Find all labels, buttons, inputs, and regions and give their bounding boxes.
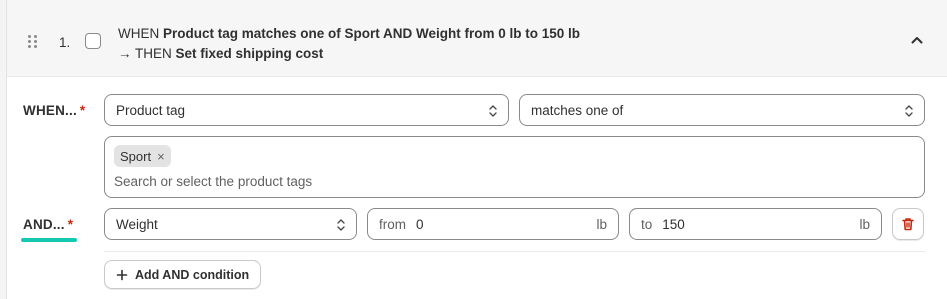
from-prefix: from: [379, 216, 406, 232]
weight-to-input[interactable]: to 150 lb: [629, 208, 882, 240]
and-label: AND... *: [23, 217, 73, 232]
divider: [104, 251, 925, 252]
tag-chip: Sport ×: [114, 145, 171, 167]
weight-from-input[interactable]: from 0 lb: [367, 208, 619, 240]
rule-checkbox[interactable]: [85, 33, 101, 49]
and-field-select[interactable]: Weight: [104, 208, 357, 240]
product-tags-input[interactable]: Sport × Search or select the product tag…: [104, 136, 925, 198]
when-label-text: WHEN...: [23, 103, 77, 118]
summary-when-line: WHEN Product tag matches one of Sport AN…: [118, 24, 580, 44]
plus-icon: [116, 269, 128, 280]
to-unit: lb: [859, 217, 870, 232]
condition-field-value: Product tag: [116, 102, 186, 118]
from-value: 0: [416, 216, 424, 232]
from-unit: lb: [596, 217, 607, 232]
add-and-condition-button[interactable]: Add AND condition: [104, 260, 262, 289]
required-mark: *: [79, 103, 86, 118]
tag-label: Sport: [120, 148, 152, 164]
trash-icon: [902, 218, 914, 231]
rule-card: 1. WHEN Product tag matches one of Sport…: [6, 0, 947, 299]
tags-search-placeholder[interactable]: Search or select the product tags: [114, 174, 312, 189]
select-chevron-icon: [337, 219, 345, 231]
summary-then-line: → THEN Set fixed shipping cost: [118, 44, 580, 64]
rule-summary: WHEN Product tag matches one of Sport AN…: [118, 24, 580, 64]
condition-field-select[interactable]: Product tag: [104, 94, 509, 126]
and-field-value: Weight: [116, 216, 158, 232]
to-value: 150: [662, 216, 685, 232]
select-chevron-icon: [905, 105, 913, 117]
select-chevron-icon: [489, 105, 497, 117]
summary-then-action: Set fixed shipping cost: [175, 46, 324, 61]
condition-operator-select[interactable]: matches one of: [519, 94, 925, 126]
drag-handle-icon[interactable]: [27, 34, 39, 50]
summary-then-prefix: → THEN: [118, 46, 176, 61]
and-label-text: AND...: [23, 217, 65, 232]
rule-header[interactable]: 1. WHEN Product tag matches one of Sport…: [7, 0, 947, 77]
chevron-up-icon[interactable]: [909, 32, 925, 48]
condition-operator-value: matches one of: [531, 102, 624, 118]
when-label: WHEN... *: [23, 103, 85, 118]
add-and-condition-label: Add AND condition: [135, 267, 250, 282]
rule-number: 1.: [59, 35, 71, 50]
tag-remove-icon[interactable]: ×: [157, 150, 165, 163]
delete-condition-button[interactable]: [892, 208, 924, 240]
summary-when-condition: Product tag matches one of Sport AND Wei…: [163, 26, 581, 41]
to-prefix: to: [641, 216, 653, 232]
required-mark: *: [67, 217, 74, 232]
and-label-underline: [21, 238, 77, 242]
summary-when-prefix: WHEN: [118, 26, 163, 41]
